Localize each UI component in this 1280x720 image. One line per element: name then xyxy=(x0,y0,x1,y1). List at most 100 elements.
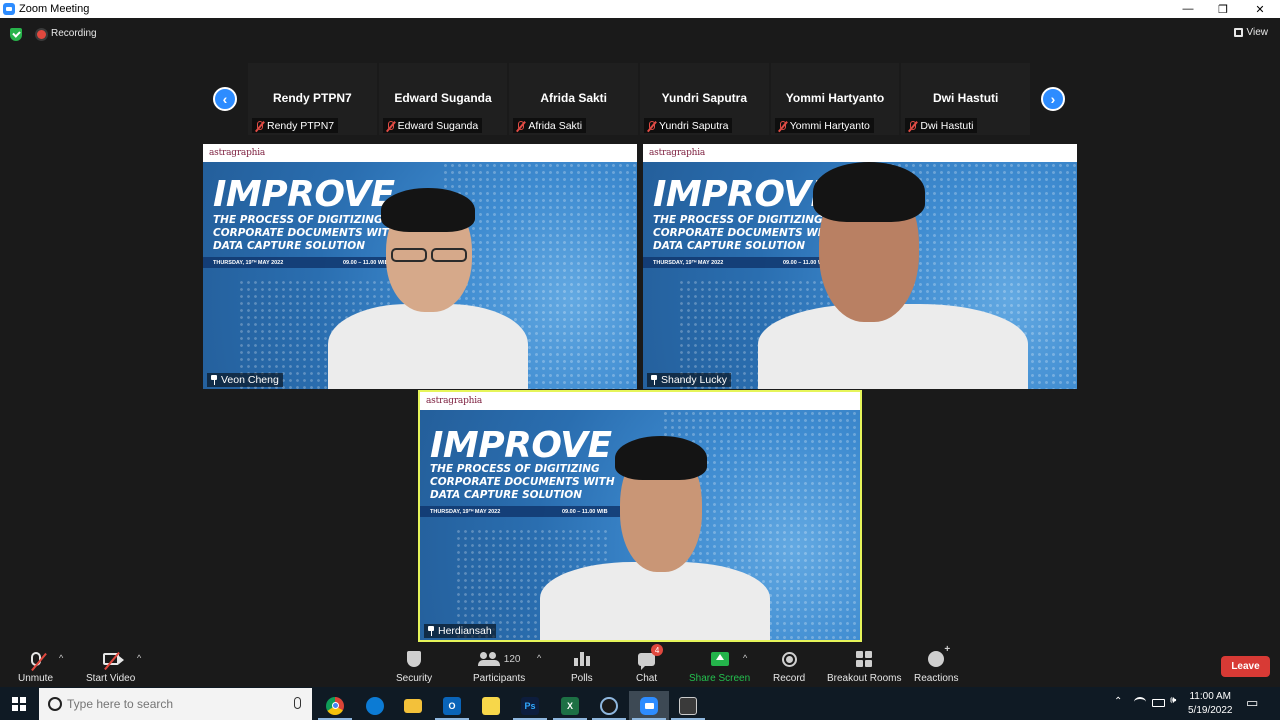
window-title: Zoom Meeting xyxy=(19,3,90,15)
participant-thumbnail[interactable]: Dwi Hastuti Dwi Hastuti xyxy=(901,63,1031,135)
muted-mic-icon xyxy=(647,120,656,132)
person-body xyxy=(540,562,770,640)
share-screen-label: Share Screen xyxy=(689,673,751,684)
video-options-caret[interactable]: ^ xyxy=(137,653,141,663)
participant-thumbnail[interactable]: Edward Suganda Edward Suganda xyxy=(378,63,508,135)
taskbar-obs[interactable] xyxy=(589,691,629,720)
strip-next-button[interactable]: › xyxy=(1041,87,1065,111)
participant-thumbnail[interactable]: Afrida Sakti Afrida Sakti xyxy=(509,63,639,135)
slide-subtitle-line: DATA CAPTURE SOLUTION xyxy=(213,240,366,252)
polls-button[interactable]: Polls xyxy=(571,649,593,684)
microphone-muted-icon xyxy=(30,652,47,672)
taskbar-file-explorer[interactable] xyxy=(393,691,433,720)
security-label: Security xyxy=(396,673,433,684)
participant-thumbnail[interactable]: Rendy PTPN7 Rendy PTPN7 xyxy=(248,63,377,135)
participants-options-caret[interactable]: ^ xyxy=(537,653,541,663)
file-explorer-icon xyxy=(404,698,422,713)
chrome-icon xyxy=(326,696,344,715)
taskbar-zoom[interactable] xyxy=(629,691,669,720)
tile-name-label: Shandy Lucky xyxy=(647,373,731,387)
taskbar-photoshop[interactable]: Ps xyxy=(510,691,550,720)
slide-subtitle-line: THE PROCESS OF DIGITIZING xyxy=(430,463,600,475)
slide-subtitle-line: DATA CAPTURE SOLUTION xyxy=(430,489,583,501)
voice-search-icon[interactable] xyxy=(294,697,301,709)
unmute-label: Unmute xyxy=(18,673,54,684)
start-video-button[interactable]: Start Video xyxy=(86,649,135,684)
participants-button[interactable]: 120 Participants xyxy=(473,649,525,684)
chat-label: Chat xyxy=(636,673,658,684)
video-tile[interactable]: astragraphia IMPROVE THE PROCESS OF DIGI… xyxy=(643,144,1077,389)
slide-headline: IMPROVE xyxy=(213,174,395,215)
slide-subtitle: THE PROCESS OF DIGITIZING CORPORATE DOCUM… xyxy=(213,214,398,253)
outlook-icon: O xyxy=(443,696,461,715)
record-button[interactable]: Record xyxy=(773,649,805,684)
video-tile[interactable]: astragraphia IMPROVE THE PROCESS OF DIGI… xyxy=(203,144,637,389)
pin-icon xyxy=(427,626,435,636)
windows-start-icon[interactable] xyxy=(12,697,26,711)
zoom-icon xyxy=(640,696,658,715)
close-button[interactable]: ✕ xyxy=(1242,0,1278,18)
video-tile-active-speaker[interactable]: astragraphia IMPROVE THE PROCESS OF DIGI… xyxy=(418,390,862,642)
unmute-button[interactable]: Unmute xyxy=(18,649,53,684)
taskbar-sticky-notes[interactable] xyxy=(471,691,511,720)
breakout-rooms-button[interactable]: Breakout Rooms xyxy=(827,649,901,684)
tile-name-text: Herdiansah xyxy=(438,625,492,637)
share-screen-button[interactable]: Share Screen xyxy=(689,649,750,684)
strip-prev-button[interactable]: ‹ xyxy=(213,87,237,111)
taskbar-excel[interactable]: X xyxy=(550,691,590,720)
participant-thumbnail[interactable]: Yundri Saputra Yundri Saputra xyxy=(640,63,769,135)
participant-label: Yundri Saputra xyxy=(644,118,733,133)
chevron-right-icon: › xyxy=(1050,91,1056,107)
battery-icon[interactable] xyxy=(1152,699,1165,707)
restore-button[interactable]: ❐ xyxy=(1205,0,1241,18)
slide-subtitle: THE PROCESS OF DIGITIZING CORPORATE DOCUM… xyxy=(653,214,838,253)
person-hair xyxy=(813,162,925,222)
chat-button[interactable]: 4 Chat xyxy=(636,644,664,684)
network-wifi-icon[interactable] xyxy=(1134,697,1146,707)
participant-display-name: Afrida Sakti xyxy=(540,91,608,105)
tile-name-text: Shandy Lucky xyxy=(661,374,727,386)
taskbar-edge[interactable] xyxy=(355,691,395,720)
excel-icon: X xyxy=(561,696,579,715)
taskbar-search-input[interactable] xyxy=(67,696,287,712)
taskbar-search[interactable] xyxy=(39,688,312,720)
brand-logo: astragraphia xyxy=(209,148,266,158)
chevron-left-icon: ‹ xyxy=(222,91,228,107)
view-label: View xyxy=(1246,27,1269,38)
audio-options-caret[interactable]: ^ xyxy=(59,653,63,663)
slide-subtitle-line: DATA CAPTURE SOLUTION xyxy=(653,240,806,252)
slide-subtitle: THE PROCESS OF DIGITIZING CORPORATE DOCUM… xyxy=(430,463,615,502)
windows-taskbar: O Ps X ⌃ 🕪 11:00 AM 5/19/2022 ▭ xyxy=(0,687,1280,720)
minimize-button[interactable]: — xyxy=(1170,0,1206,18)
clock-time: 11:00 AM xyxy=(1189,691,1231,702)
tile-name-text: Veon Cheng xyxy=(221,374,279,386)
reactions-button[interactable]: Reactions xyxy=(914,644,958,684)
taskbar-outlook[interactable]: O xyxy=(432,691,472,720)
slide-header: astragraphia xyxy=(643,144,1077,162)
encryption-shield-icon[interactable] xyxy=(10,28,22,41)
obs-icon xyxy=(600,696,618,715)
glasses xyxy=(391,248,427,262)
participant-label-text: Edward Suganda xyxy=(397,120,479,132)
taskbar-terminal[interactable] xyxy=(668,691,708,720)
slide-date: THURSDAY, 19ᵀᴴ MAY 2022 xyxy=(430,508,501,515)
participant-label: Rendy PTPN7 xyxy=(252,118,339,133)
volume-speaker-icon[interactable]: 🕪 xyxy=(1170,695,1176,706)
security-button[interactable]: Security xyxy=(396,649,432,684)
tray-overflow-chevron-icon[interactable]: ⌃ xyxy=(1114,696,1122,707)
view-button[interactable]: View xyxy=(1233,27,1269,38)
slide-subtitle-line: THE PROCESS OF DIGITIZING xyxy=(653,214,823,226)
participant-display-name: Yommi Hartyanto xyxy=(785,91,885,105)
view-grid-icon xyxy=(1233,28,1243,37)
participant-thumbnail[interactable]: Yommi Hartyanto Yommi Hartyanto xyxy=(770,63,900,135)
share-options-caret[interactable]: ^ xyxy=(743,653,747,663)
participant-display-name: Edward Suganda xyxy=(394,91,492,105)
photoshop-icon: Ps xyxy=(521,696,539,715)
brand-logo: astragraphia xyxy=(426,396,483,406)
taskbar-chrome[interactable] xyxy=(315,691,355,720)
leave-button[interactable]: Leave xyxy=(1221,656,1270,677)
participant-display-name: Rendy PTPN7 xyxy=(272,91,352,105)
notifications-icon[interactable]: ▭ xyxy=(1246,695,1258,711)
slide-subtitle-line: CORPORATE DOCUMENTS WITH xyxy=(653,227,838,239)
taskbar-clock[interactable]: 11:00 AM 5/19/2022 xyxy=(1188,690,1233,718)
